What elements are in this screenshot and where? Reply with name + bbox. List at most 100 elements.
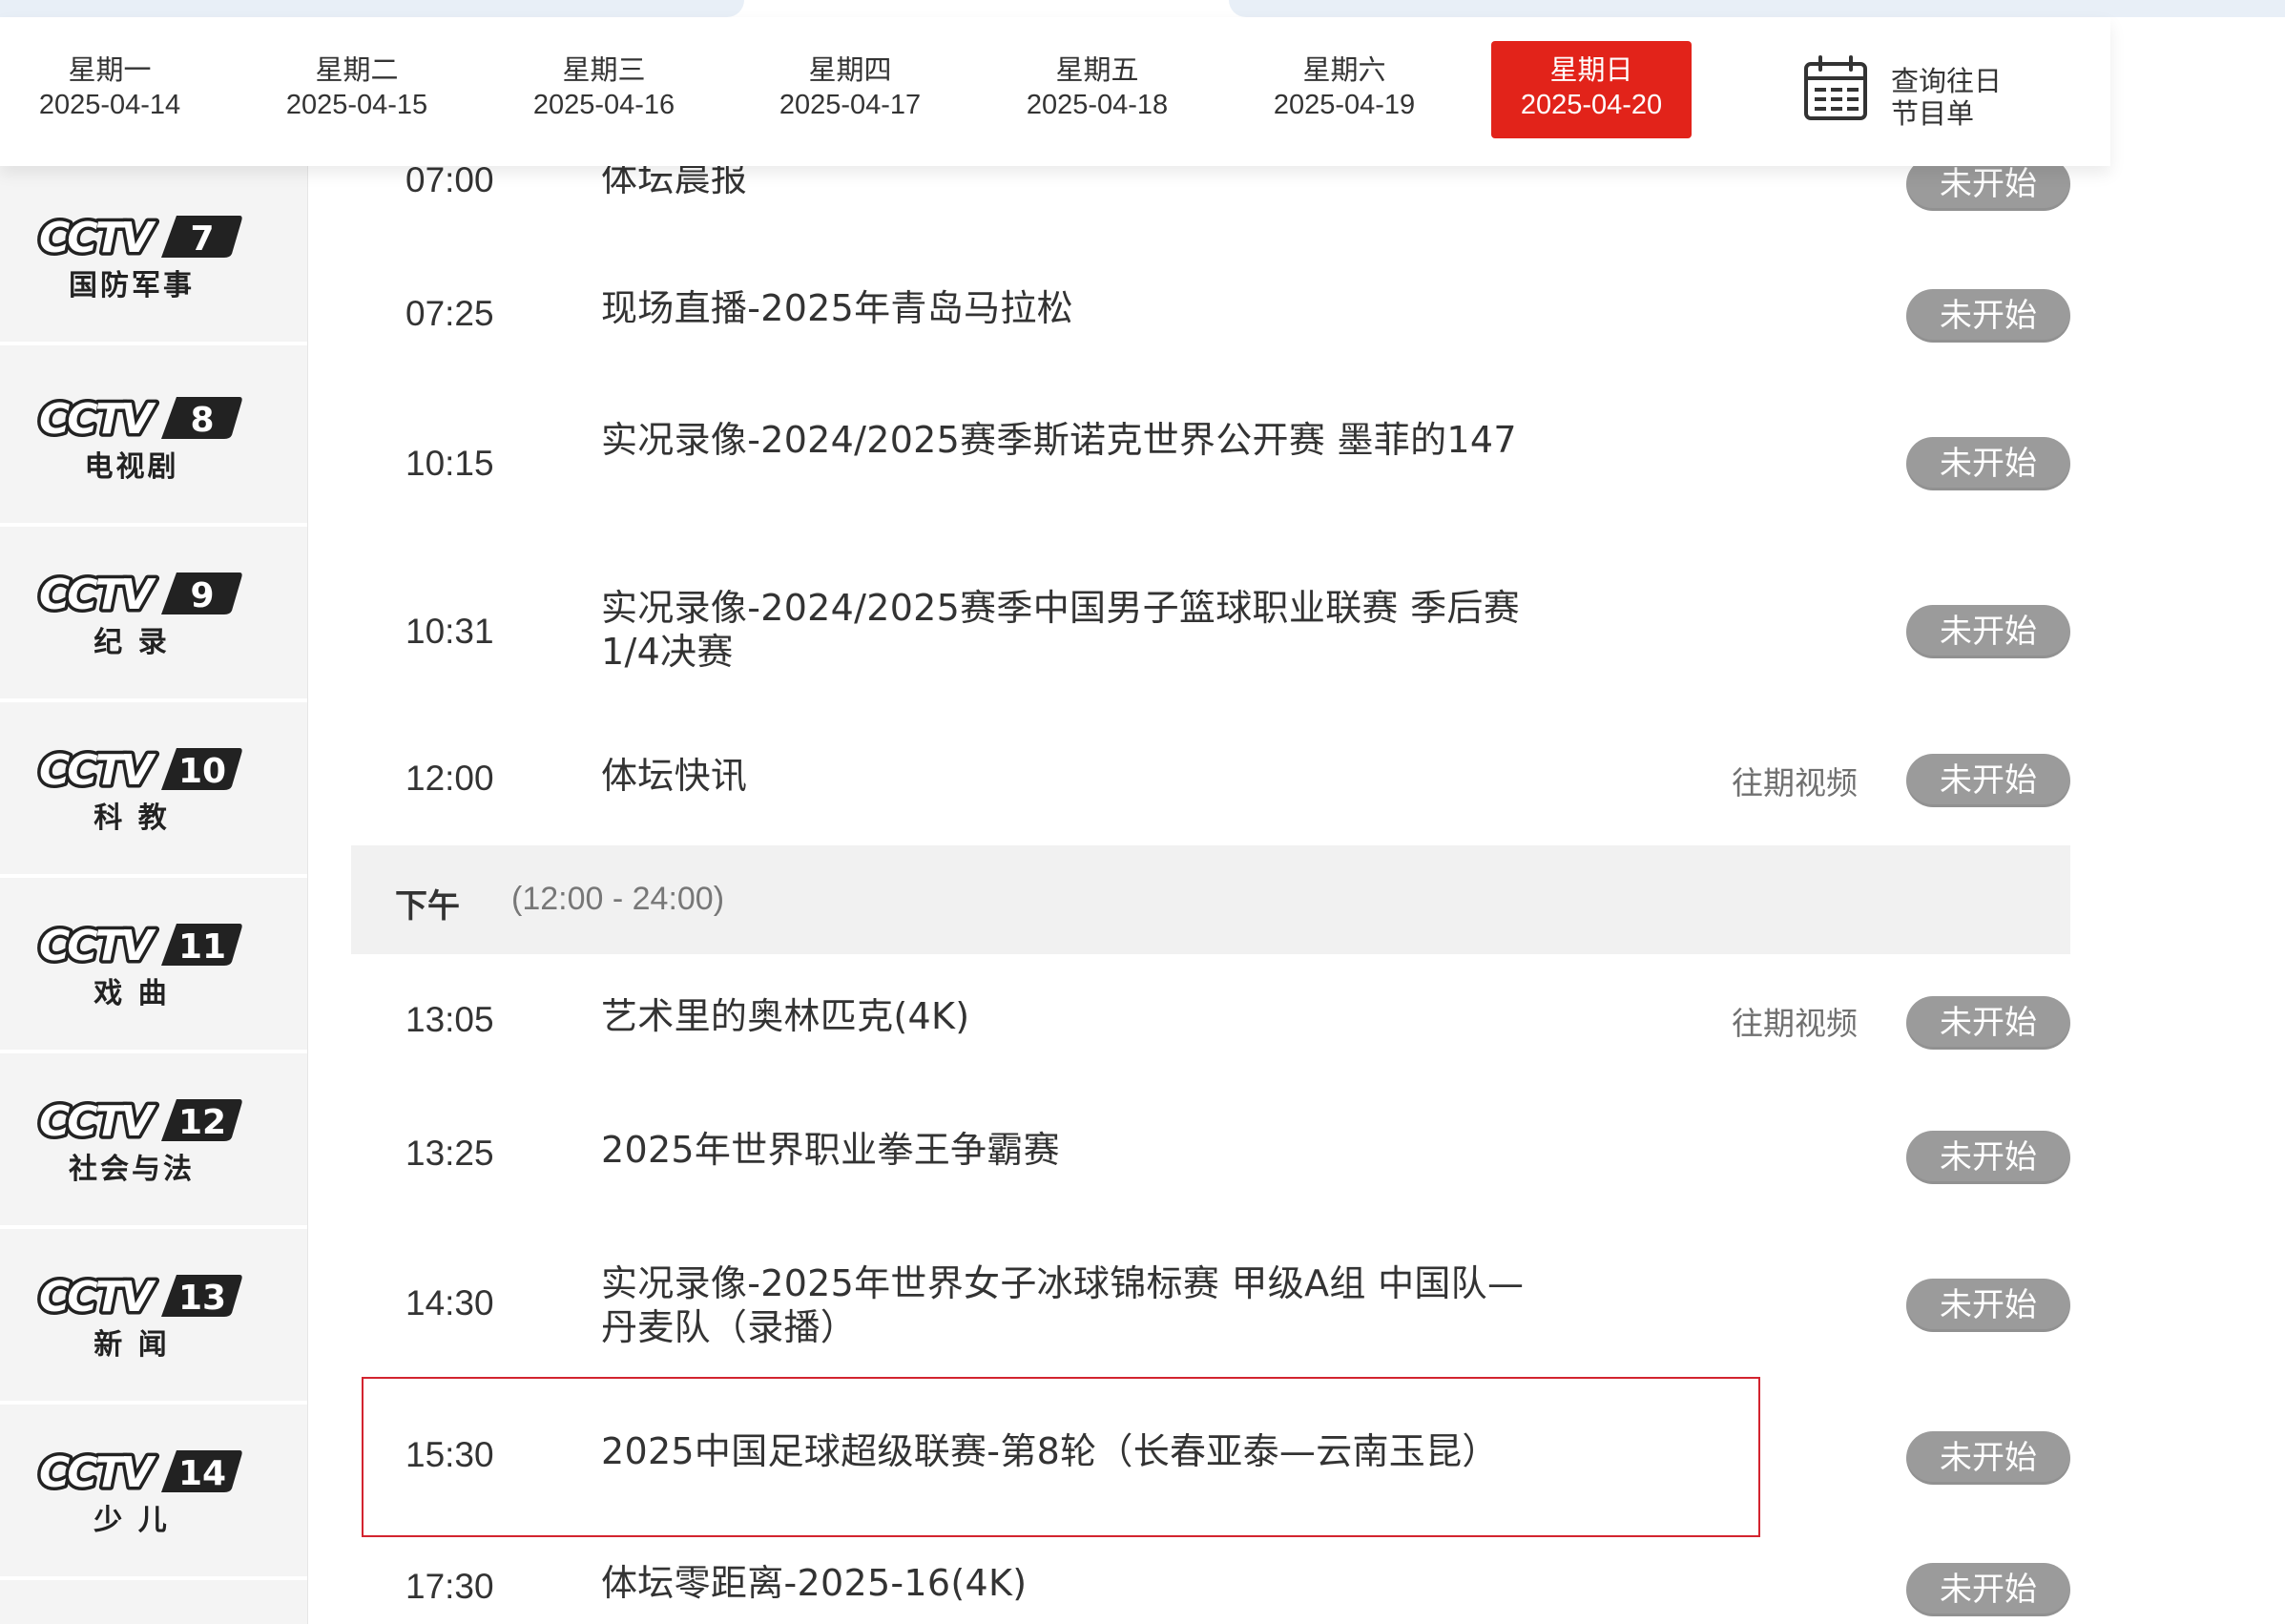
program-time: 07:25 (405, 294, 494, 333)
replay-video-link[interactable]: 往期视频 (1732, 998, 1875, 1044)
replay-video-link[interactable]: 往期视频 (1732, 758, 1875, 803)
program-title[interactable]: 实况录像-2024/2025赛季斯诺克世界公开赛 墨菲的147 (601, 418, 1555, 462)
cctv7-logo: CCTV 7 国防军事 (36, 212, 242, 302)
status-button[interactable]: 未开始 (1906, 437, 2070, 490)
date-tab-saturday[interactable]: 星期六 2025-04-19 (1244, 41, 1444, 138)
weekday-label: 星期日 (1549, 53, 1633, 86)
program-title[interactable]: 现场直播-2025年青岛马拉松 (601, 286, 1555, 330)
cctv12-logo: CCTV 12 社会与法 (36, 1095, 242, 1186)
program-time: 13:05 (405, 1000, 494, 1039)
program-time: 07:00 (405, 160, 494, 199)
status-button[interactable]: 未开始 (1906, 1431, 2070, 1485)
cctv-wordmark: CCTV (39, 922, 156, 970)
channel-item-cctv13[interactable]: CCTV 13 新 闻 (0, 1233, 308, 1405)
date-tab-wednesday[interactable]: 星期三 2025-04-16 (504, 41, 704, 138)
date-tab-thursday[interactable]: 星期四 2025-04-17 (750, 41, 950, 138)
cctv11-logo: CCTV 11 戏 曲 (36, 920, 242, 1010)
weekday-label: 星期五 (1055, 53, 1139, 86)
weekday-label: 星期三 (562, 53, 646, 86)
calendar-icon (1804, 55, 1867, 120)
program-time: 12:00 (405, 759, 494, 798)
sidebar-divider (307, 166, 308, 1624)
status-button[interactable]: 未开始 (1906, 1563, 2070, 1616)
channel-name: 电视剧 (85, 450, 179, 484)
channel-name: 新 闻 (93, 1328, 169, 1362)
date-label: 2025-04-20 (1520, 90, 1663, 120)
cctv9-logo: CCTV 9 纪 录 (36, 569, 242, 659)
program-title[interactable]: 实况录像-2025年世界女子冰球锦标赛 甲级A组 中国队—丹麦队（录播） (601, 1261, 1555, 1349)
program-time: 10:31 (405, 612, 494, 651)
cctv-wordmark: CCTV (39, 571, 156, 619)
date-tab-sunday[interactable]: 星期日 2025-04-20 (1491, 41, 1692, 138)
weekday-label: 星期一 (68, 53, 152, 86)
program-title[interactable]: 2025中国足球超级联赛-第8轮（长春亚泰—云南玉昆） (601, 1429, 1555, 1473)
cctv8-logo: CCTV 8 电视剧 (36, 393, 242, 484)
afternoon-section-header: 下午 (12:00 - 24:00) (351, 845, 2070, 954)
date-label: 2025-04-17 (779, 90, 922, 120)
program-time: 10:15 (405, 444, 494, 483)
channel-sidebar: CCTV 7 国防军事 CCTV 8 电视剧 CCTV 9 纪 录 CCTV 10 科 教 CC… (0, 166, 308, 1624)
cctv13-logo: CCTV 13 新 闻 (36, 1271, 242, 1362)
cctv14-logo: CCTV 14 少 儿 (36, 1447, 242, 1537)
program-time: 17:30 (405, 1567, 494, 1606)
status-button[interactable]: 未开始 (1906, 605, 2070, 658)
cctv-wordmark: CCTV (39, 746, 156, 795)
channel-number: 13 (178, 1279, 226, 1318)
status-button[interactable]: 未开始 (1906, 754, 2070, 807)
date-label: 2025-04-18 (1026, 90, 1169, 120)
channel-item-cctv7[interactable]: CCTV 7 国防军事 (0, 174, 308, 345)
channel-number: 8 (190, 401, 214, 440)
cctv10-logo: CCTV 10 科 教 (36, 744, 242, 835)
weekday-label: 星期四 (808, 53, 892, 86)
channel-name: 少 儿 (93, 1504, 169, 1537)
channel-item-cctv12[interactable]: CCTV 12 社会与法 (0, 1057, 308, 1229)
channel-number: 14 (178, 1454, 226, 1493)
channel-number: 7 (190, 219, 214, 259)
history-label-line2: 节目单 (1891, 97, 1975, 130)
status-button[interactable]: 未开始 (1906, 1279, 2070, 1332)
date-selector-bar: 星期一 2025-04-14 星期二 2025-04-15 星期三 2025-0… (0, 17, 2110, 166)
channel-item-cctv9[interactable]: CCTV 9 纪 录 (0, 531, 308, 702)
program-title[interactable]: 体坛零距离-2025-16(4K) (601, 1561, 1555, 1605)
channel-number: 10 (178, 752, 226, 791)
program-title[interactable]: 实况录像-2024/2025赛季中国男子篮球职业联赛 季后赛 1/4决赛 (601, 586, 1555, 674)
channel-number: 9 (190, 576, 214, 615)
date-tab-friday[interactable]: 星期五 2025-04-18 (997, 41, 1197, 138)
date-tab-monday[interactable]: 星期一 2025-04-14 (10, 41, 210, 138)
top-tab-remnant-right (1229, 0, 2285, 17)
channel-item-cctv10[interactable]: CCTV 10 科 教 (0, 706, 308, 878)
weekday-label: 星期二 (315, 53, 399, 86)
cctv-wordmark: CCTV (39, 1448, 156, 1497)
date-label: 2025-04-19 (1273, 90, 1416, 120)
program-time: 15:30 (405, 1435, 494, 1474)
cctv-wordmark: CCTV (39, 214, 156, 262)
channel-name: 社会与法 (69, 1153, 195, 1186)
cctv-wordmark: CCTV (39, 1273, 156, 1322)
date-label: 2025-04-16 (532, 90, 675, 120)
channel-item-cctv14[interactable]: CCTV 14 少 儿 (0, 1408, 308, 1580)
channel-name: 科 教 (93, 802, 169, 835)
top-tab-remnant-left (0, 0, 744, 17)
channel-number: 12 (178, 1103, 226, 1142)
channel-item-cctv11[interactable]: CCTV 11 戏 曲 (0, 882, 308, 1053)
channel-name: 纪 录 (93, 626, 169, 659)
status-button[interactable]: 未开始 (1906, 1131, 2070, 1184)
date-label: 2025-04-15 (285, 90, 428, 120)
channel-number: 11 (178, 927, 226, 967)
section-label: 下午 (395, 887, 460, 926)
channel-name: 国防军事 (69, 269, 195, 302)
weekday-label: 星期六 (1302, 53, 1386, 86)
status-button[interactable]: 未开始 (1906, 289, 2070, 343)
date-label: 2025-04-14 (38, 90, 181, 120)
date-tab-tuesday[interactable]: 星期二 2025-04-15 (257, 41, 457, 138)
program-title[interactable]: 艺术里的奥林匹克(4K) (601, 994, 1555, 1038)
program-title[interactable]: 体坛快讯 (601, 754, 1555, 798)
channel-item-cctv8[interactable]: CCTV 8 电视剧 (0, 355, 308, 527)
section-time-range: (12:00 - 24:00) (511, 881, 725, 917)
program-guide-page: CCTV 7 国防军事 CCTV 8 电视剧 CCTV 9 纪 录 CCTV 10 科 教 CC… (0, 0, 2285, 1624)
program-title[interactable]: 2025年世界职业拳王争霸赛 (601, 1128, 1555, 1172)
status-button[interactable]: 未开始 (1906, 996, 2070, 1050)
cctv-wordmark: CCTV (39, 1097, 156, 1146)
query-history-schedule[interactable]: 查询往日 节目单 (1803, 55, 2023, 132)
program-time: 14:30 (405, 1283, 494, 1322)
